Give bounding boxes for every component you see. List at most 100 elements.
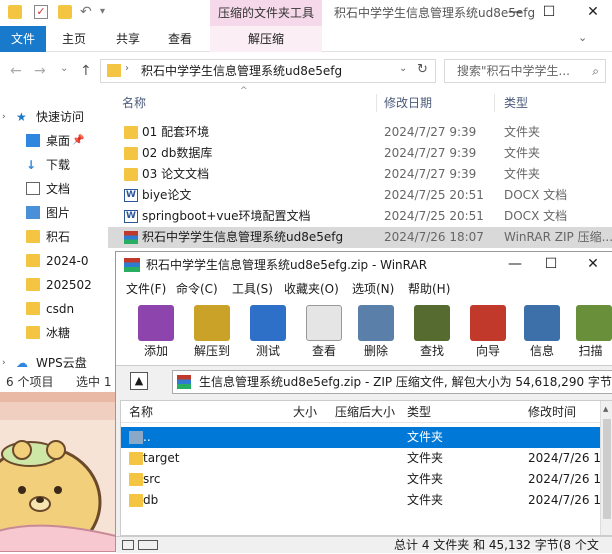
folder-icon[interactable]	[8, 5, 22, 19]
view-icon	[306, 305, 342, 341]
delete-button[interactable]: 删除	[350, 300, 402, 364]
search-input[interactable]: 搜索"积石中学学生... ⌕	[444, 59, 606, 83]
search-placeholder: 搜索"积石中学学生...	[457, 64, 570, 78]
column-divider[interactable]	[494, 94, 495, 112]
refresh-icon[interactable]: ↻	[417, 62, 428, 77]
address-path[interactable]: 积石中学学生信息管理系统ud8e5efg	[141, 60, 342, 82]
menu-tools[interactable]: 工具(S)	[232, 278, 273, 300]
word-icon: W	[124, 189, 138, 202]
up-icon[interactable]: ↑	[80, 63, 92, 79]
chevron-right-icon[interactable]: ›	[125, 63, 129, 74]
nav-desktop[interactable]: 桌面 📌	[0, 130, 104, 152]
file-row[interactable]: 01 配套环境 2024/7/27 9:39 文件夹	[108, 122, 612, 143]
winrar-title: 积石中学学生信息管理系统ud8e5efg.zip - WinRAR	[146, 258, 428, 272]
info-button[interactable]: 信息	[516, 300, 568, 364]
winrar-window: 积石中学学生信息管理系统ud8e5efg.zip - WinRAR — ☐ ✕ …	[115, 251, 612, 553]
column-size[interactable]: 大小	[293, 401, 317, 423]
nav-downloads[interactable]: ↓ 下载	[0, 154, 104, 176]
archive-path-text: 生信息管理系统ud8e5efg.zip - ZIP 压缩文件, 解包大小为 54…	[199, 375, 612, 389]
chevron-down-icon[interactable]: ⌄	[578, 31, 587, 44]
menu-commands[interactable]: 命令(C)	[176, 278, 218, 300]
nav-folder[interactable]: 202502	[0, 274, 104, 296]
file-row[interactable]: W biye论文 2024/7/25 20:51 DOCX 文档	[108, 185, 612, 206]
search-icon[interactable]: ⌕	[592, 60, 599, 82]
column-name[interactable]: 名称	[129, 401, 153, 423]
nav-folder[interactable]: 积石	[0, 226, 104, 248]
file-row[interactable]: 03 论文文档 2024/7/27 9:39 文件夹	[108, 164, 612, 185]
test-button[interactable]: 测试	[242, 300, 294, 364]
winrar-menu-bar: 文件(F) 命令(C) 工具(S) 收藏夹(O) 选项(N) 帮助(H)	[116, 278, 612, 300]
back-icon[interactable]: ←	[10, 63, 22, 79]
archive-row[interactable]: db 文件夹 2024/7/26 18	[121, 490, 609, 511]
find-button[interactable]: 查找	[406, 300, 458, 364]
pin-icon: 📌	[72, 135, 85, 146]
nav-wps-cloud[interactable]: › ☁ WPS云盘	[0, 352, 104, 374]
address-bar[interactable]: › 积石中学学生信息管理系统ud8e5efg ⌄ ↻	[100, 59, 436, 83]
nav-documents[interactable]: 文档	[0, 178, 104, 200]
chevron-right-icon[interactable]: ›	[2, 106, 6, 128]
extract-to-button[interactable]: 解压到	[186, 300, 238, 364]
maximize-icon[interactable]: ☐	[536, 252, 566, 278]
minimize-icon[interactable]: —	[500, 0, 530, 26]
folder-icon	[129, 452, 143, 465]
vertical-scrollbar[interactable]: ▲	[600, 401, 612, 535]
scroll-up-icon[interactable]: ▲	[603, 405, 608, 413]
compressed-folder-tools-header: 压缩的文件夹工具	[210, 0, 322, 26]
menu-options[interactable]: 选项(N)	[352, 278, 394, 300]
view-button[interactable]: 查看	[298, 300, 350, 364]
winrar-title-bar: 积石中学学生信息管理系统ud8e5efg.zip - WinRAR — ☐ ✕	[116, 252, 612, 278]
navigation-pane: › ★ 快速访问 桌面 📌 ↓ 下载 文档 图片 积石 2024-0 20250…	[0, 90, 104, 372]
properties-icon[interactable]: ✓	[34, 5, 48, 19]
column-type[interactable]: 类型	[407, 401, 431, 423]
archive-row-selected[interactable]: .. 文件夹	[121, 427, 600, 448]
forward-icon[interactable]: →	[34, 63, 46, 79]
archive-row[interactable]: src 文件夹 2024/7/26 18	[121, 469, 609, 490]
nav-pictures[interactable]: 图片	[0, 202, 104, 224]
close-icon[interactable]: ✕	[578, 252, 608, 278]
folder-icon	[107, 64, 121, 77]
column-type[interactable]: 类型	[504, 90, 528, 116]
tab-file[interactable]: 文件	[0, 26, 46, 52]
selected-count: 选中 1	[76, 375, 112, 389]
scan-button[interactable]: 扫描	[568, 300, 612, 364]
menu-favorites[interactable]: 收藏夹(O)	[284, 278, 339, 300]
nav-quick-access[interactable]: › ★ 快速访问	[0, 106, 104, 128]
folder-icon	[129, 494, 143, 507]
menu-file[interactable]: 文件(F)	[126, 278, 166, 300]
column-packed-size[interactable]: 压缩后大小	[335, 401, 395, 423]
winrar-icon	[124, 231, 138, 244]
close-icon[interactable]: ✕	[578, 0, 608, 26]
tab-home[interactable]: 主页	[62, 26, 86, 52]
maximize-icon[interactable]: ☐	[534, 0, 564, 26]
up-one-level-button[interactable]: ▲	[130, 372, 148, 390]
file-row-selected[interactable]: 积石中学学生信息管理系统ud8e5efg 2024/7/26 18:07 Win…	[108, 227, 612, 248]
wizard-button[interactable]: 向导	[462, 300, 514, 364]
column-name[interactable]: 名称	[122, 90, 146, 116]
nav-folder[interactable]: 2024-0	[0, 250, 104, 272]
chevron-down-icon[interactable]: ▾	[100, 5, 114, 19]
drive-icon	[122, 540, 134, 550]
column-modified[interactable]: 修改时间	[528, 401, 576, 423]
nav-folder[interactable]: csdn	[0, 298, 104, 320]
column-divider[interactable]	[376, 94, 377, 112]
archive-row[interactable]: target 文件夹 2024/7/26 18	[121, 448, 609, 469]
nav-folder[interactable]: 冰糖	[0, 322, 104, 344]
column-modified[interactable]: 修改日期	[384, 90, 432, 116]
file-row[interactable]: W springboot+vue环境配置文档 2024/7/25 20:51 D…	[108, 206, 612, 227]
scrollbar-thumb[interactable]	[603, 419, 611, 519]
chevron-right-icon[interactable]: ›	[2, 352, 6, 374]
minimize-icon[interactable]: —	[500, 252, 530, 278]
archive-path-field[interactable]: 生信息管理系统ud8e5efg.zip - ZIP 压缩文件, 解包大小为 54…	[172, 370, 612, 394]
winrar-icon	[177, 375, 191, 389]
add-button[interactable]: 添加	[130, 300, 182, 364]
undo-icon[interactable]: ↶	[80, 5, 94, 19]
file-row[interactable]: 02 db数据库 2024/7/27 9:39 文件夹	[108, 143, 612, 164]
delete-icon	[358, 305, 394, 341]
chevron-down-icon[interactable]: ⌄	[60, 63, 68, 74]
menu-help[interactable]: 帮助(H)	[408, 278, 450, 300]
new-folder-icon[interactable]	[58, 5, 72, 19]
chevron-down-icon[interactable]: ⌄	[399, 63, 407, 74]
tab-extract[interactable]: 解压缩	[210, 26, 322, 52]
tab-share[interactable]: 共享	[116, 26, 140, 52]
tab-view[interactable]: 查看	[168, 26, 192, 52]
